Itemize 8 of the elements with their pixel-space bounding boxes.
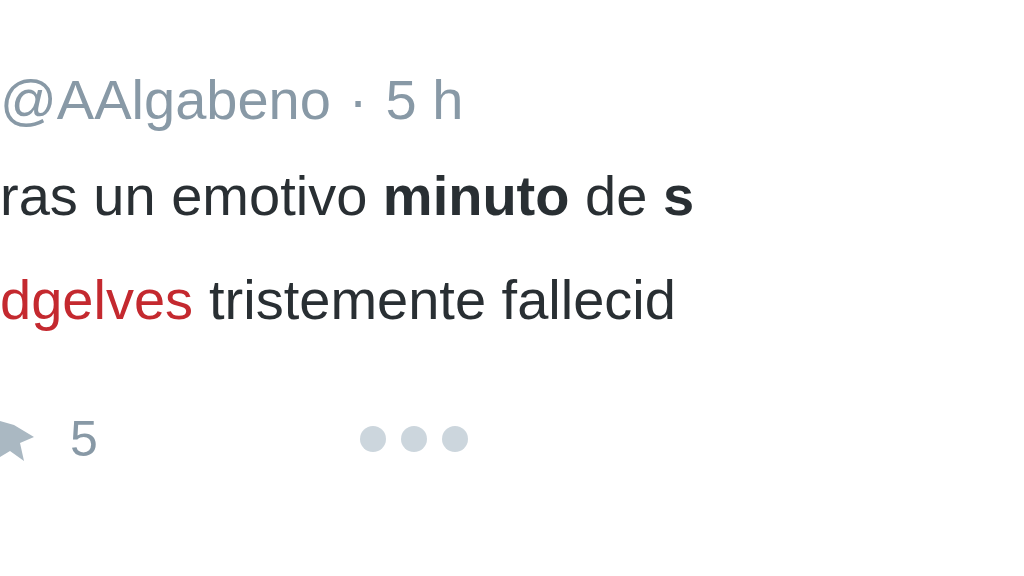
tweet-text: tristemente fallecid [209,267,676,333]
mention-link[interactable]: dgelves [0,248,194,352]
tweet-time[interactable]: 5 h [385,60,464,140]
favorite-count: 5 [70,410,98,468]
more-icon[interactable] [357,424,470,454]
separator: · [348,67,368,133]
user-handle[interactable]: @AAlgabeno [0,60,331,140]
tweet-text: ras un emotivo minuto de s [0,164,695,227]
